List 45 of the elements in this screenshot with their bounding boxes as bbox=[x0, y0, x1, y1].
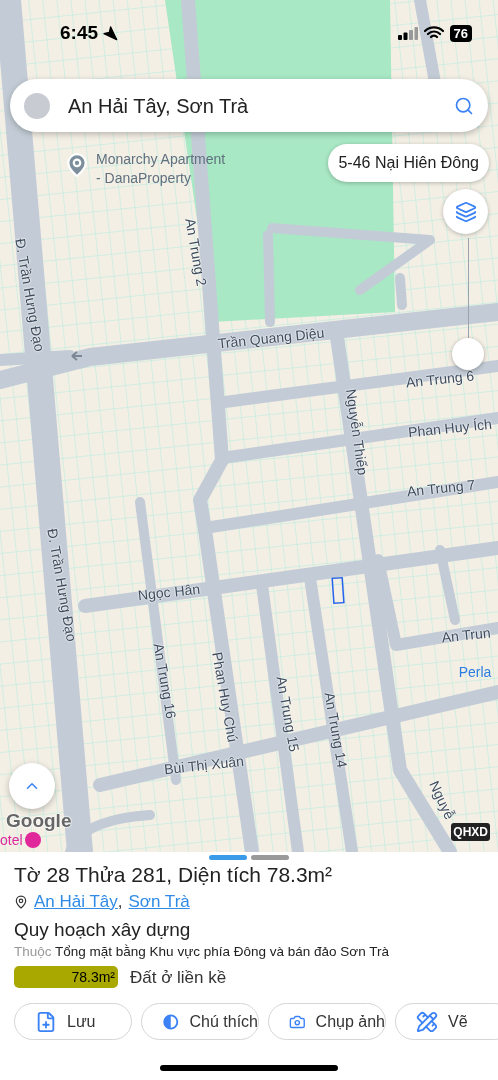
street-label: An Trung 16 bbox=[151, 642, 179, 720]
file-plus-icon bbox=[35, 1010, 57, 1033]
street-label: Đ. Trần Hưng Đạo bbox=[13, 237, 47, 353]
street-label: Bùi Thị Xuân bbox=[163, 753, 245, 777]
street-label: An Trung 7 bbox=[406, 477, 476, 499]
street-label: An Trun bbox=[440, 625, 492, 645]
location-arrow-icon bbox=[102, 25, 119, 41]
street-label: Đ. Trần Hưng Đạo bbox=[45, 527, 79, 643]
street-label: Ngọc Hân bbox=[137, 581, 201, 603]
clock-text: 6:45 bbox=[60, 20, 99, 45]
place-label: otel bbox=[0, 833, 23, 847]
address-chip[interactable]: 5-46 Nại Hiên Đông bbox=[328, 144, 489, 182]
street-label: Phan Huy Chú bbox=[210, 650, 240, 744]
street-label: An Trung 14 bbox=[322, 691, 350, 769]
street-label: An Trung 2 bbox=[183, 217, 209, 287]
street-label: Phan Huy Ích bbox=[407, 416, 493, 440]
page-indicator[interactable] bbox=[209, 855, 247, 860]
street-label: Nguyễn Thiếp bbox=[344, 388, 370, 476]
wifi-icon bbox=[423, 26, 444, 40]
layer-badge: QHXD bbox=[451, 823, 490, 841]
layers-icon bbox=[454, 200, 477, 223]
plan-description: Thuộc Tổng mặt bằng Khu vực phía Đông và bán đảo Sơn Trà bbox=[14, 942, 390, 961]
location-link[interactable]: Sơn Trà bbox=[128, 889, 190, 915]
street-label: An Trung 15 bbox=[274, 675, 302, 753]
avatar[interactable] bbox=[24, 92, 50, 119]
location-link[interactable]: An Hải Tây bbox=[34, 889, 118, 915]
poi-label[interactable]: Monarchy Apartment - DanaProperty bbox=[96, 150, 226, 188]
search-text: An Hải Tây, Sơn Trà bbox=[68, 93, 250, 119]
parcel-title: Tờ 28 Thửa 281, Diện tích 78.3m² bbox=[14, 862, 334, 888]
separator-text: , bbox=[117, 891, 123, 913]
zone-label: Đất ở liền kề bbox=[130, 966, 227, 989]
section-title: Quy hoạch xây dựng bbox=[14, 917, 192, 942]
place-label: Perla bbox=[458, 665, 492, 679]
tilt-slider[interactable] bbox=[452, 238, 484, 370]
location-pin-icon bbox=[14, 894, 28, 909]
page-indicator[interactable] bbox=[251, 855, 289, 860]
zone-swatch: 78.3m² bbox=[14, 966, 118, 989]
pencil-ruler-icon bbox=[416, 1010, 438, 1033]
search-icon[interactable] bbox=[454, 95, 474, 116]
google-logo: Google bbox=[6, 811, 72, 830]
signal-icon bbox=[397, 26, 418, 40]
street-label: Trần Quang Diệu bbox=[217, 325, 325, 351]
street-label: An Trung 6 bbox=[405, 368, 475, 390]
map-pin-icon[interactable] bbox=[64, 150, 90, 180]
search-bar[interactable]: An Hải Tây, Sơn Trà bbox=[10, 79, 488, 132]
